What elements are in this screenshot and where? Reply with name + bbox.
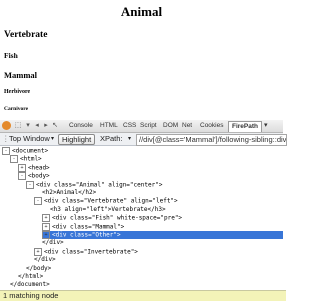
tree-node-text: <h3 align="left">Vertebrate</h3> (50, 205, 166, 213)
tree-row[interactable]: + <div class="Invertebrate"> (34, 247, 138, 256)
tree-row[interactable]: - <div class="Vertebrate" align="left"> (34, 197, 178, 206)
xpath-dropdown-icon[interactable]: ▾ (128, 134, 131, 144)
firebug-tabbar: ⬚ ▾ ◂ ▸ ↖ Console HTML CSS Script DOM Ne… (0, 120, 283, 133)
status-bar: 1 matching node (0, 290, 286, 301)
firebug-panel: ⬚ ▾ ◂ ▸ ↖ Console HTML CSS Script DOM Ne… (0, 120, 287, 301)
tree-node-text: <div class="Fish" white-space="pre"> (52, 214, 183, 222)
forward-icon[interactable]: ▸ (42, 122, 50, 130)
tab-cookies[interactable]: Cookies (200, 121, 223, 131)
tree-row[interactable]: + <div class="Other"> (42, 231, 283, 240)
pointer-icon[interactable]: ↖ (51, 122, 59, 130)
tree-node-text: </div> (34, 256, 56, 264)
tree-row[interactable]: - <div class="Animal" align="center"> (26, 180, 163, 189)
tab-net[interactable]: Net (182, 121, 192, 131)
tree-node-text: </div> (42, 239, 64, 247)
xpath-label[interactable]: XPath: (100, 134, 123, 144)
tree-row[interactable]: + <head> (18, 163, 50, 172)
firepath-dropdown-icon[interactable]: ▾ (264, 121, 268, 131)
heading-mammal: Mammal (4, 70, 38, 80)
tree-node-text: <div class="Vertebrate" align="left"> (44, 197, 178, 205)
tab-dom[interactable]: DOM (163, 121, 178, 131)
page-content: Animal Vertebrate Fish Mammal Herbivore … (0, 0, 283, 120)
expand-icon[interactable]: + (42, 214, 50, 223)
expand-icon[interactable]: + (42, 231, 50, 239)
tree-row[interactable]: - <document> (2, 147, 48, 155)
heading-herbivore: Herbivore (4, 89, 31, 95)
back-icon[interactable]: ◂ (33, 122, 41, 130)
tree-row[interactable]: </body> (18, 265, 51, 273)
tree-node-text: </html> (18, 273, 44, 280)
collapse-icon[interactable]: - (26, 180, 34, 189)
tree-row[interactable]: + <div class="Mammal"> (42, 222, 125, 231)
tab-console[interactable]: Console (69, 121, 93, 131)
tree-node-text: <document> (12, 147, 49, 155)
dom-tree: - <document> - <html> + <head> - <body> - <div cl… (0, 147, 283, 289)
tree-node-text: <head> (28, 164, 50, 172)
heading-vertebrate: Vertebrate (4, 30, 48, 40)
tree-node-text: <h2>Animal</h2> (42, 189, 97, 196)
tab-firepath[interactable]: FirePath (228, 121, 263, 132)
tree-node-text: </body> (26, 264, 52, 272)
tree-row[interactable]: - <html> (10, 155, 42, 164)
tree-node-text: <div class="Invertebrate"> (44, 248, 138, 256)
heading-fish: Fish (4, 51, 18, 60)
heading-animal: Animal (120, 4, 163, 19)
top-window-select[interactable]: Top Window (9, 134, 50, 144)
tree-node-text: <div class="Mammal"> (52, 223, 125, 231)
tree-node-text: <body> (28, 172, 50, 180)
expand-icon[interactable]: + (34, 247, 42, 256)
tree-row[interactable]: + <div class="Fish" white-space="pre"> (42, 214, 183, 223)
tree-row[interactable]: </document> (2, 281, 50, 289)
collapse-icon[interactable]: - (34, 197, 42, 206)
tab-script[interactable]: Script (140, 121, 157, 131)
tree-row[interactable]: - <body> (18, 172, 50, 181)
tab-css[interactable]: CSS (123, 121, 136, 131)
highlight-button[interactable]: Highlight (58, 134, 96, 145)
collapse-icon[interactable]: - (10, 155, 18, 164)
dropdown-icon[interactable]: ▾ (24, 122, 32, 130)
firebug-icon[interactable] (2, 121, 11, 130)
tree-node-text: <div class="Animal" align="center"> (36, 181, 163, 189)
tree-node-text: </document> (10, 281, 50, 289)
tree-row[interactable]: </html> (10, 273, 43, 281)
tree-row[interactable]: <h2>Animal</h2> (34, 189, 96, 197)
tree-row[interactable]: </div> (34, 239, 64, 247)
heading-carnivore: Carnivore (4, 106, 29, 112)
firepath-toolbar: ⋮ Top Window ▾ Highlight XPath: ▾ //div[… (0, 133, 287, 146)
inspect-icon[interactable]: ⬚ (14, 122, 22, 130)
tab-html[interactable]: HTML (100, 121, 118, 131)
tree-row[interactable]: </div> (26, 256, 56, 264)
collapse-icon[interactable]: - (18, 172, 26, 181)
tree-node-text: <html> (20, 155, 42, 163)
top-window-dropdown-icon[interactable]: ▾ (51, 134, 54, 144)
expand-icon[interactable]: + (42, 222, 50, 231)
expand-icon[interactable]: + (18, 163, 26, 172)
tree-row[interactable]: <h3 align="left">Vertebrate</h3> (42, 206, 166, 214)
xpath-input[interactable]: //div[@class='Mammal']/following-sibling… (136, 134, 287, 146)
tree-node-text: <div class="Other"> (52, 231, 121, 239)
collapse-icon[interactable]: - (2, 147, 10, 155)
